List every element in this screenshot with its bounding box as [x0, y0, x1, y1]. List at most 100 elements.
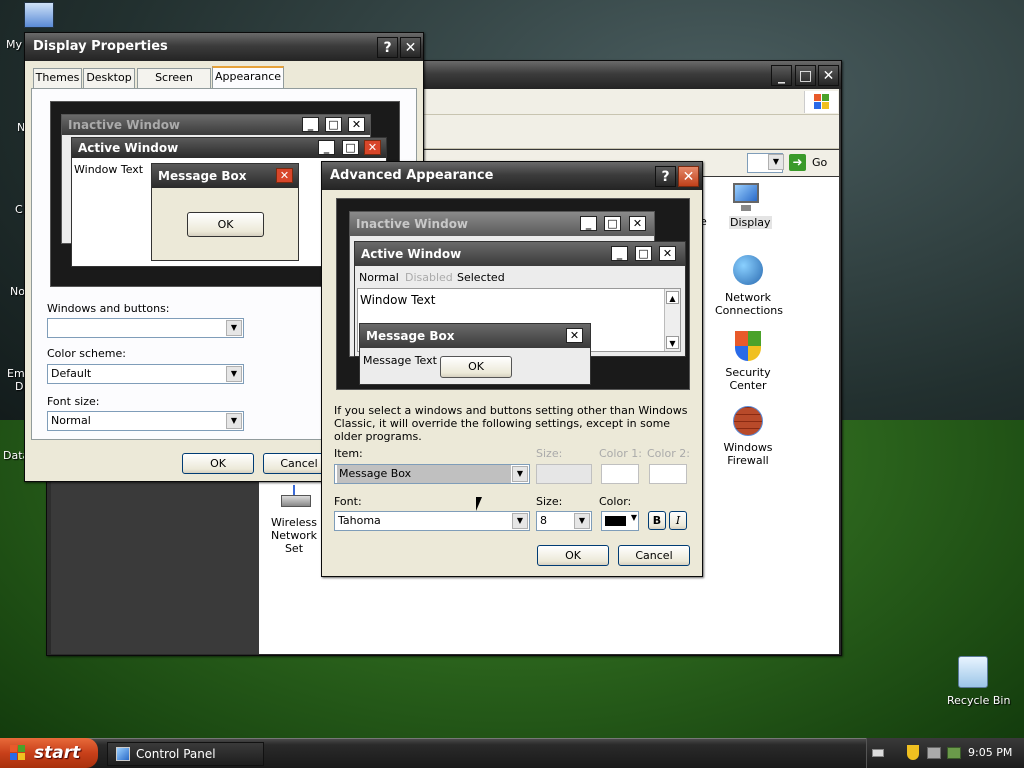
- bold-button[interactable]: B: [648, 511, 666, 530]
- start-label: start: [34, 743, 81, 763]
- size-label-font: Size:: [536, 495, 563, 508]
- help-button[interactable]: ?: [655, 166, 676, 187]
- my-computer-icon[interactable]: [24, 2, 54, 28]
- windows-buttons-select[interactable]: ▼: [47, 318, 244, 338]
- display-icon[interactable]: [731, 181, 763, 213]
- message-box-preview: Message Box ✕ OK: [151, 163, 299, 261]
- color-label: Color:: [599, 495, 632, 508]
- adv-message-text: Message Text: [363, 354, 437, 367]
- scroll-up-icon: ▲: [666, 291, 679, 304]
- font-size-label: Font size:: [47, 395, 100, 408]
- security-shield-icon[interactable]: [907, 745, 919, 760]
- network-connections-icon[interactable]: [733, 255, 763, 285]
- wireless-network-label[interactable]: Wireless Network Set: [261, 516, 327, 555]
- close-button[interactable]: ✕: [818, 65, 839, 86]
- close-icon: ✕: [659, 246, 676, 261]
- font-size-select[interactable]: 8 ▼: [536, 511, 592, 531]
- taskbar-clock[interactable]: 9:05 PM: [968, 746, 1012, 759]
- chevron-down-icon: ▼: [226, 413, 242, 429]
- color-scheme-label: Color scheme:: [47, 347, 126, 360]
- active-window-title: Active Window: [72, 138, 386, 158]
- item-select[interactable]: Message Box ▼: [334, 464, 530, 484]
- ok-button[interactable]: OK: [537, 545, 609, 566]
- tab-desktop[interactable]: Desktop: [83, 68, 135, 88]
- minimize-icon: _: [318, 140, 335, 155]
- color-scheme-value: Default: [51, 367, 92, 380]
- control-panel-icon: [116, 747, 130, 761]
- recycle-bin-label[interactable]: Recycle Bin: [947, 694, 1010, 707]
- window-text: Window Text: [74, 163, 144, 176]
- color2-picker: [649, 464, 687, 484]
- item-value: Message Box: [337, 465, 511, 483]
- menu-disabled: Disabled: [405, 271, 453, 284]
- mouse-cursor-icon: [476, 497, 482, 511]
- security-center-icon[interactable]: [735, 331, 761, 361]
- recycle-bin-icon[interactable]: [958, 656, 988, 688]
- windows-firewall-icon[interactable]: [733, 406, 763, 436]
- maximize-icon: □: [604, 216, 621, 231]
- desktop-label-em[interactable]: Em: [7, 367, 25, 380]
- adv-message-box-title: Message Box: [360, 324, 590, 348]
- desktop-label-c[interactable]: C: [15, 203, 23, 216]
- windows-buttons-label: Windows and buttons:: [47, 302, 170, 315]
- scroll-down-icon: ▼: [666, 336, 679, 349]
- font-size-value: Normal: [51, 414, 91, 427]
- maximize-icon: □: [325, 117, 342, 132]
- font-value: Tahoma: [338, 514, 381, 527]
- color2-label: Color 2:: [647, 447, 690, 460]
- desktop-label-no[interactable]: No: [10, 285, 25, 298]
- tab-appearance[interactable]: Appearance: [212, 66, 284, 89]
- keyboard-icon[interactable]: [872, 749, 884, 757]
- go-arrow-icon: ➜: [789, 154, 806, 171]
- close-button[interactable]: ✕: [678, 166, 699, 187]
- maximize-button[interactable]: □: [795, 65, 816, 86]
- advanced-appearance-dialog: Advanced Appearance ? ✕ Inactive Window …: [321, 161, 703, 577]
- font-select[interactable]: Tahoma ▼: [334, 511, 530, 531]
- tab-themes[interactable]: Themes: [33, 68, 82, 88]
- inactive-window-title: Inactive Window: [62, 115, 370, 135]
- menu-selected: Selected: [457, 271, 505, 284]
- adv-window-text: Window Text: [360, 293, 436, 307]
- go-button[interactable]: ➜ Go: [787, 153, 835, 173]
- windows-firewall-label[interactable]: Windows Firewall: [717, 441, 779, 467]
- chevron-down-icon: ▼: [512, 513, 528, 529]
- menu-normal: Normal: [359, 271, 399, 284]
- adv-preview-ok: OK: [440, 356, 512, 378]
- tab-screen-saver[interactable]: Screen Saver: [137, 68, 211, 102]
- windows-flag-icon: [10, 745, 26, 761]
- info-text: If you select a windows and buttons sett…: [334, 404, 688, 443]
- minimize-icon: _: [580, 216, 597, 231]
- display-properties-titlebar[interactable]: Display Properties: [25, 33, 423, 61]
- minimize-button[interactable]: _: [771, 65, 792, 86]
- network-connections-label[interactable]: Network Connections: [715, 291, 783, 317]
- help-button[interactable]: ?: [377, 37, 398, 58]
- italic-button[interactable]: I: [669, 511, 687, 530]
- font-size-select[interactable]: Normal ▼: [47, 411, 244, 431]
- close-icon: ✕: [629, 216, 646, 231]
- security-center-label[interactable]: Security Center: [719, 366, 777, 392]
- chevron-down-icon: ▼: [768, 154, 784, 170]
- display-label[interactable]: Display: [729, 216, 772, 229]
- cancel-button[interactable]: Cancel: [618, 545, 690, 566]
- address-dropdown[interactable]: ▼: [747, 153, 784, 173]
- taskbar-item-label: Control Panel: [136, 747, 216, 761]
- advanced-appearance-title: Advanced Appearance: [330, 168, 494, 183]
- advanced-preview: Inactive Window _ □ ✕ Active Window _ □ …: [336, 198, 690, 390]
- font-color-picker[interactable]: ▼: [601, 511, 639, 531]
- color-scheme-select[interactable]: Default ▼: [47, 364, 244, 384]
- color-swatch: [605, 516, 626, 526]
- taskbar-item-control-panel[interactable]: Control Panel: [107, 742, 264, 766]
- advanced-appearance-titlebar[interactable]: Advanced Appearance: [322, 162, 702, 190]
- desktop-label-d[interactable]: D: [15, 380, 23, 393]
- scrollbar: ▲ ▼: [664, 289, 680, 351]
- start-button[interactable]: start: [0, 738, 98, 768]
- safely-remove-icon[interactable]: [947, 747, 961, 759]
- adv-message-box: Message Box ✕ Message Text OK: [359, 323, 591, 385]
- windows-logo-icon: [804, 91, 838, 113]
- desktop-label-my[interactable]: My: [6, 38, 22, 51]
- close-button[interactable]: ✕: [400, 37, 421, 58]
- ok-button[interactable]: OK: [182, 453, 254, 474]
- network-icon[interactable]: [927, 747, 941, 759]
- wireless-network-icon[interactable]: [281, 485, 313, 511]
- chevron-down-icon: ▼: [630, 513, 637, 522]
